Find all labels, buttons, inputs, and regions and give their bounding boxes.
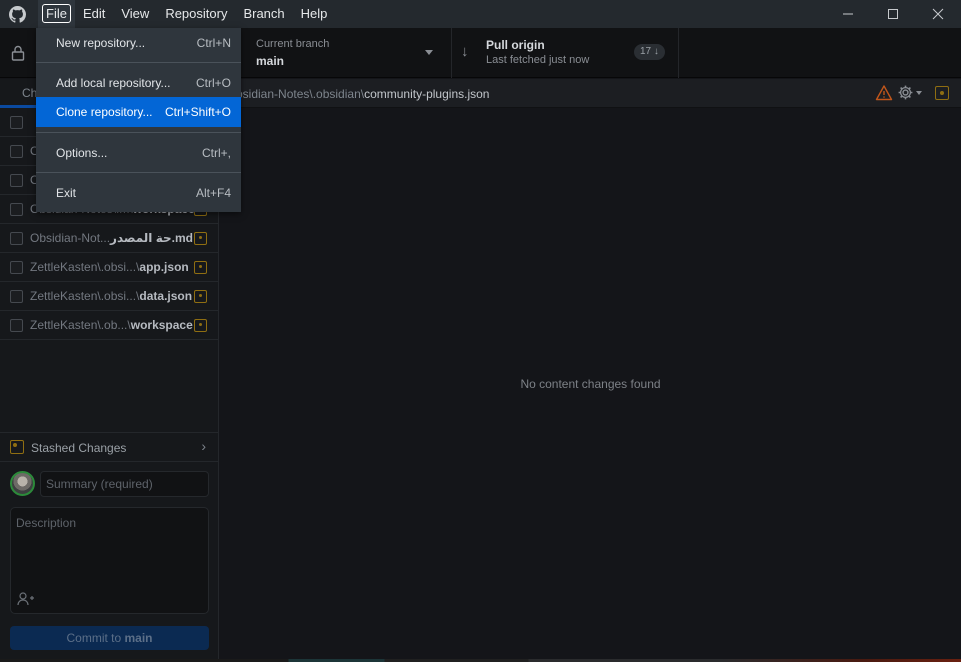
menu-new-repository[interactable]: New repository... Ctrl+N — [36, 28, 241, 58]
file-name: Obsidian-Not...حة المصدر.md — [30, 231, 193, 245]
menu-view[interactable]: View — [113, 0, 157, 28]
menu-item-shortcut: Ctrl+N — [196, 36, 231, 50]
menu-help[interactable]: Help — [293, 0, 336, 28]
menu-separator — [36, 132, 241, 133]
avatar — [10, 471, 35, 496]
repository-lock-button[interactable] — [0, 28, 36, 78]
file-checkbox[interactable] — [10, 202, 23, 216]
lock-icon — [11, 45, 25, 61]
file-list-item[interactable]: ZettleKasten\.obsi...\data.json — [0, 282, 218, 311]
current-branch-value: main — [256, 54, 285, 68]
menu-file-label: File — [42, 4, 71, 23]
commit-prefix: Commit to — [66, 631, 125, 645]
current-branch-label: Current branch — [256, 38, 330, 50]
file-path-bar: bsidian-Notes\.obsidian\community-plugin… — [220, 79, 961, 108]
menu-bar: File Edit View Repository Branch Help — [38, 0, 335, 28]
file-name: ZettleKasten\.obsi...\app.json — [30, 260, 189, 274]
close-icon — [932, 8, 944, 20]
file-list-item[interactable]: ZettleKasten\.obsi...\app.json — [0, 253, 218, 282]
file-basename: data.json — [139, 289, 193, 303]
file-path-prefix: ZettleKasten\.obsi...\ — [30, 260, 140, 274]
file-path-prefix: Obsidian-Not... — [30, 231, 111, 245]
file-path-prefix: ZettleKasten\.obsi...\ — [30, 289, 140, 303]
minimize-icon — [843, 13, 853, 15]
add-coauthor-icon[interactable] — [17, 592, 35, 609]
title-bar: File Edit View Repository Branch Help — [0, 0, 961, 28]
modified-icon — [194, 260, 207, 274]
menu-options[interactable]: Options... Ctrl+, — [36, 138, 241, 168]
maximize-icon — [888, 9, 898, 19]
file-name: ZettleKasten\.obsi...\data.json — [30, 289, 192, 303]
menu-item-label: Exit — [56, 186, 77, 200]
menu-item-label: New repository... — [56, 36, 146, 50]
diff-view: bsidian-Notes\.obsidian\community-plugin… — [220, 79, 961, 662]
file-menu-dropdown: New repository... Ctrl+N Add local reposi… — [36, 28, 241, 212]
file-path: bsidian-Notes\.obsidian\community-plugin… — [236, 87, 489, 101]
menu-item-label: Clone repository... — [56, 105, 153, 119]
menu-file[interactable]: File — [38, 0, 75, 28]
last-fetched-label: Last fetched just now — [486, 54, 590, 66]
modified-icon — [194, 289, 207, 303]
minimize-button[interactable] — [825, 0, 871, 28]
file-checkbox[interactable] — [10, 115, 23, 129]
menu-separator — [36, 172, 241, 173]
menu-item-shortcut: Alt+F4 — [195, 186, 231, 200]
menu-item-shortcut: Ctrl+, — [201, 146, 231, 160]
file-path-name: community-plugins.json — [364, 87, 490, 101]
file-checkbox[interactable] — [10, 173, 23, 187]
menu-clone-repository[interactable]: Clone repository... Ctrl+Shift+O — [36, 97, 241, 127]
menu-item-label: Add local repository... — [56, 76, 171, 90]
commit-branch: main — [124, 631, 153, 645]
file-checkbox[interactable] — [10, 144, 23, 158]
chevron-right-icon: › — [201, 438, 206, 454]
chevron-down-icon — [425, 50, 433, 55]
description-input[interactable]: Description — [10, 507, 209, 614]
menu-add-local-repository[interactable]: Add local repository... Ctrl+O — [36, 68, 241, 98]
menu-edit[interactable]: Edit — [75, 0, 113, 28]
menu-exit[interactable]: Exit Alt+F4 — [36, 178, 241, 208]
pull-count-badge: 17 ↓ — [634, 44, 665, 60]
maximize-button[interactable] — [870, 0, 916, 28]
menu-repository[interactable]: Repository — [157, 0, 235, 28]
file-name: ZettleKasten\.ob...\workspace — [30, 318, 193, 332]
close-button[interactable] — [915, 0, 961, 28]
summary-input[interactable]: Summary (required) — [40, 471, 209, 497]
file-path-prefix: ZettleKasten\.ob...\ — [30, 318, 131, 332]
file-checkbox[interactable] — [10, 318, 23, 332]
modified-icon — [194, 231, 207, 245]
pull-origin-label: Pull origin — [486, 38, 545, 52]
file-basename: workspace — [130, 318, 193, 332]
menu-branch[interactable]: Branch — [235, 0, 292, 28]
warning-icon[interactable] — [875, 84, 893, 102]
stashed-changes-button[interactable]: Stashed Changes › — [0, 432, 219, 462]
file-checkbox[interactable] — [10, 260, 23, 274]
file-checkbox[interactable] — [10, 289, 23, 303]
modified-status-icon — [935, 86, 949, 100]
file-list-item[interactable]: ZettleKasten\.ob...\workspace — [0, 311, 218, 340]
modified-icon — [194, 318, 207, 332]
menu-item-shortcut: Ctrl+Shift+O — [164, 105, 231, 119]
gear-dropdown-icon[interactable] — [916, 91, 922, 95]
stash-icon — [10, 440, 24, 454]
arrow-down-icon: ↓ — [461, 43, 469, 60]
pull-origin-button[interactable]: ↓ Pull origin Last fetched just now 17 ↓ — [453, 28, 679, 78]
menu-separator — [36, 62, 241, 63]
file-list-item[interactable]: Obsidian-Not...حة المصدر.md — [0, 224, 218, 253]
description-placeholder: Description — [16, 516, 77, 530]
file-basename: حة المصدر.md — [110, 231, 193, 245]
gear-icon[interactable] — [897, 84, 914, 101]
commit-button[interactable]: Commit to main — [10, 626, 209, 650]
stashed-changes-label: Stashed Changes — [31, 441, 127, 455]
file-path-prefix: bsidian-Notes\.obsidian\ — [236, 87, 365, 101]
github-icon — [9, 6, 26, 23]
menu-item-shortcut: Ctrl+O — [195, 76, 231, 90]
empty-diff-message: No content changes found — [520, 377, 661, 391]
current-branch-button[interactable]: Current branch main — [220, 28, 452, 78]
file-basename: app.json — [139, 260, 189, 274]
file-checkbox[interactable] — [10, 231, 23, 245]
menu-item-label: Options... — [56, 146, 108, 160]
